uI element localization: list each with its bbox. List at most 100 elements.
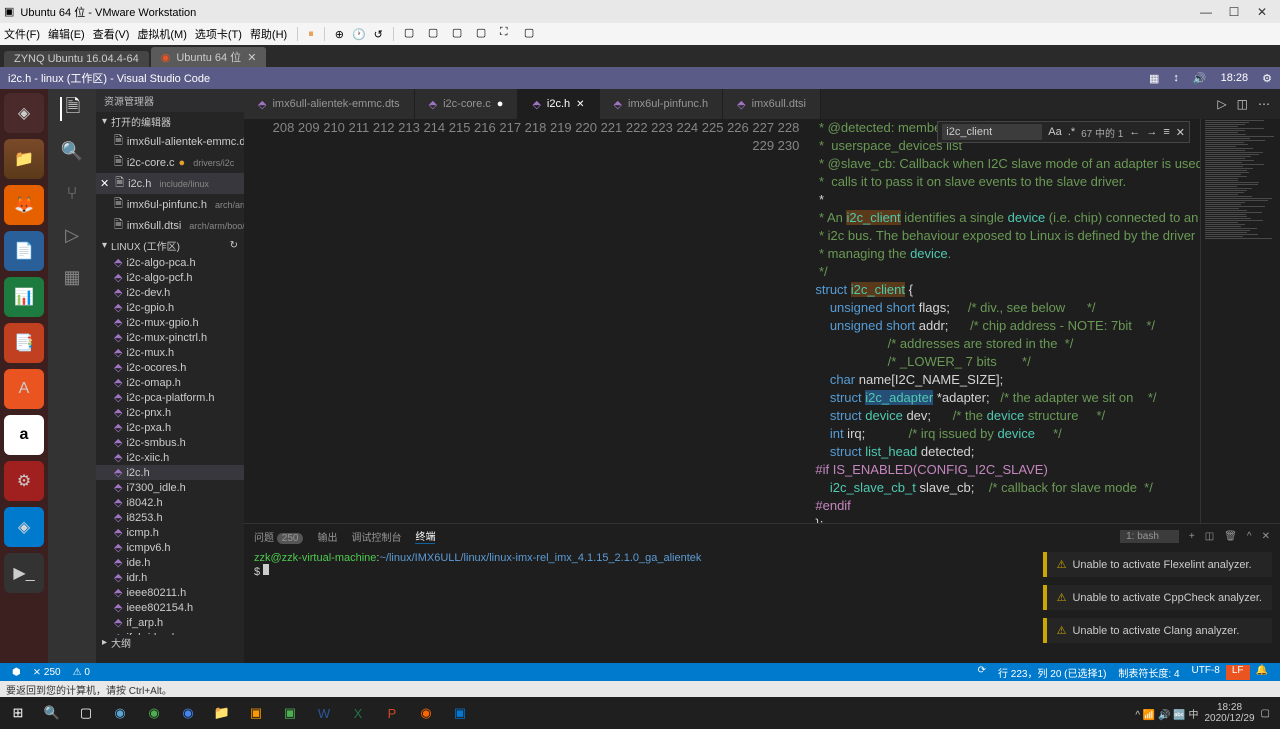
file-item[interactable]: ⬘ i2c-pxa.h	[96, 420, 244, 435]
open-editors-section[interactable]: ▾ 打开的编辑器	[96, 112, 244, 131]
minimap[interactable]	[1200, 119, 1280, 523]
open-editor-item[interactable]: 🗎i2c-core.c●drivers/i2c	[96, 152, 244, 173]
file-item[interactable]: ⬘ i2c-mux-pinctrl.h	[96, 330, 244, 345]
close-icon[interactable]: ✕	[247, 51, 256, 64]
outline-section[interactable]: ▸ 大纲	[96, 635, 244, 649]
settings-button[interactable]: ⚙	[4, 461, 44, 501]
editor-tab[interactable]: ⬘imx6ull-alientek-emmc.dts	[244, 89, 415, 119]
refresh-icon[interactable]: ↻	[230, 240, 238, 251]
status-warnings[interactable]: ⚠ 0	[67, 667, 96, 678]
menu-edit[interactable]: 编辑(E)	[48, 26, 85, 42]
file-item[interactable]: ⬘ i2c-ocores.h	[96, 360, 244, 375]
taskbar-app[interactable]: W	[310, 699, 338, 727]
start-button[interactable]: ⊞	[4, 699, 32, 727]
taskbar-app[interactable]: ▣	[446, 699, 474, 727]
close-button[interactable]: ✕	[1248, 5, 1276, 19]
amazon-button[interactable]: a	[4, 415, 44, 455]
find-input[interactable]	[942, 124, 1042, 140]
prev-match-icon[interactable]: ←	[1129, 126, 1140, 138]
debug-console-tab[interactable]: 调试控制台	[351, 529, 401, 544]
taskbar-app[interactable]: 📁	[208, 699, 236, 727]
taskbar-app[interactable]: ◉	[412, 699, 440, 727]
taskbar-app[interactable]: ◉	[106, 699, 134, 727]
file-item[interactable]: ⬘ i2c-pca-platform.h	[96, 390, 244, 405]
open-editor-item[interactable]: 🗎imx6ul-pinfunc.harch/arm/...	[96, 194, 244, 215]
editor-tab[interactable]: ⬘i2c-core.c●	[415, 89, 519, 119]
toolbar-icon[interactable]: ▢	[476, 26, 492, 42]
menu-file[interactable]: 文件(F)	[4, 26, 40, 42]
terminal-body[interactable]: zzk@zzk-virtual-machine:~/linux/IMX6ULL/…	[244, 548, 1280, 663]
editor-tab[interactable]: ⬘i2c.h✕	[518, 89, 599, 119]
notification-toast[interactable]: ⚠ Unable to activate Flexelint analyzer.	[1043, 552, 1272, 577]
file-item[interactable]: ⬘ ide.h	[96, 555, 244, 570]
taskbar-app[interactable]: P	[378, 699, 406, 727]
taskview-button[interactable]: ▢	[72, 699, 100, 727]
file-item[interactable]: ⬘ i2c-xiic.h	[96, 450, 244, 465]
menu-view[interactable]: 查看(V)	[93, 26, 130, 42]
remote-icon[interactable]: ⬢	[6, 667, 27, 678]
explorer-icon[interactable]: 🗎	[60, 97, 84, 121]
file-item[interactable]: ⬘ icmp.h	[96, 525, 244, 540]
menu-tabs[interactable]: 选项卡(T)	[195, 26, 242, 42]
file-item[interactable]: ⬘ i2c-smbus.h	[96, 435, 244, 450]
open-editor-item[interactable]: 🗎imx6ull.dtsiarch/arm/boo/...	[96, 215, 244, 236]
run-icon[interactable]: ▷	[1217, 97, 1226, 111]
tray-icons[interactable]: ^ 📶 🔊 🔤 中	[1135, 706, 1198, 721]
sound-icon[interactable]: 🔊	[1193, 72, 1207, 85]
files-button[interactable]: 📁	[4, 139, 44, 179]
pause-icon[interactable]: ⏸	[308, 28, 314, 41]
notifications-button[interactable]: ▢	[1261, 708, 1270, 719]
dash-button[interactable]: ◈	[4, 93, 44, 133]
status-cursor[interactable]: 行 223，列 20 (已选择1)	[992, 665, 1112, 680]
file-item[interactable]: ⬘ ieee802154.h	[96, 600, 244, 615]
file-item[interactable]: ⬘ idr.h	[96, 570, 244, 585]
snapshot-icon[interactable]: ⊕	[335, 28, 344, 41]
file-item[interactable]: ⬘ i2c-algo-pcf.h	[96, 270, 244, 285]
open-editor-item[interactable]: ✕🗎i2c.hinclude/linux	[96, 173, 244, 194]
taskbar-app[interactable]: ◉	[174, 699, 202, 727]
search-button[interactable]: 🔍	[38, 699, 66, 727]
maximize-button[interactable]: ☐	[1220, 5, 1248, 19]
file-item[interactable]: ⬘ if_arp.h	[96, 615, 244, 630]
terminal-button[interactable]: ▶_	[4, 553, 44, 593]
sort-icon[interactable]: ↕	[1173, 72, 1179, 84]
file-item[interactable]: ⬘ i2c.h	[96, 465, 244, 480]
new-terminal-icon[interactable]: +	[1189, 531, 1195, 542]
file-item[interactable]: ⬘ i2c-mux-gpio.h	[96, 315, 244, 330]
menu-help[interactable]: 帮助(H)	[250, 26, 287, 42]
toolbar-icon[interactable]: ▢	[404, 26, 420, 42]
next-match-icon[interactable]: →	[1146, 126, 1157, 138]
software-button[interactable]: A	[4, 369, 44, 409]
impress-button[interactable]: 📑	[4, 323, 44, 363]
minimize-button[interactable]: —	[1192, 5, 1220, 19]
toolbar-icon[interactable]: ▢	[428, 26, 444, 42]
code-editor[interactable]: Aa .* 67 中的 1 ← → ≡ ✕ 208 209 210 211 21…	[244, 119, 1280, 523]
selection-icon[interactable]: ≡	[1163, 126, 1169, 138]
open-editor-item[interactable]: 🗎imx6ull-alientek-emmc.dts...	[96, 131, 244, 152]
file-item[interactable]: ⬘ i2c-algo-pca.h	[96, 255, 244, 270]
shell-selector[interactable]: 1: bash	[1120, 530, 1179, 543]
terminal-tab[interactable]: 终端	[415, 528, 435, 544]
search-icon[interactable]: 🔍	[60, 139, 84, 163]
file-item[interactable]: ⬘ i7300_idle.h	[96, 480, 244, 495]
editor-tab[interactable]: ⬘imx6ul-pinfunc.h	[600, 89, 724, 119]
notification-toast[interactable]: ⚠ Unable to activate CppCheck analyzer.	[1043, 585, 1272, 610]
status-sync[interactable]: ⟳	[972, 665, 992, 680]
close-icon[interactable]: ✕	[1176, 126, 1185, 139]
more-icon[interactable]: ⋯	[1258, 97, 1270, 111]
writer-button[interactable]: 📄	[4, 231, 44, 271]
file-item[interactable]: ⬘ i2c-mux.h	[96, 345, 244, 360]
status-encoding[interactable]: UTF-8	[1186, 665, 1226, 680]
regex-icon[interactable]: .*	[1068, 126, 1075, 138]
problems-tab[interactable]: 问题 250	[254, 529, 303, 544]
status-errors[interactable]: ⨯ 250	[27, 667, 67, 678]
extensions-icon[interactable]: ▦	[60, 265, 84, 289]
toolbar-icon[interactable]: ▢	[524, 26, 540, 42]
editor-tab[interactable]: ⬘imx6ull.dtsi	[723, 89, 821, 119]
match-case-icon[interactable]: Aa	[1048, 126, 1061, 138]
scm-icon[interactable]: ⑂	[60, 181, 84, 205]
taskbar-app[interactable]: ▣	[242, 699, 270, 727]
file-item[interactable]: ⬘ i2c-omap.h	[96, 375, 244, 390]
debug-icon[interactable]: ▷	[60, 223, 84, 247]
file-item[interactable]: ⬘ i2c-gpio.h	[96, 300, 244, 315]
